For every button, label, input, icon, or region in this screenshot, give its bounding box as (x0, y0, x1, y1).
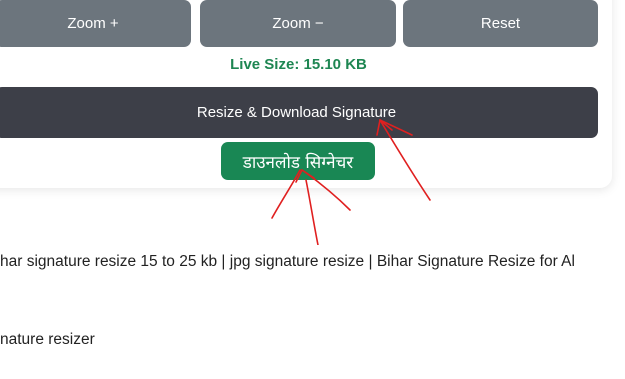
live-size-text: Live Size: 15.10 KB (230, 56, 367, 73)
footer-line-2: nature resizer (0, 331, 95, 348)
footer-line-1: har signature resize 15 to 25 kb | jpg s… (0, 253, 575, 270)
download-signature-hindi-button[interactable]: डाउनलोड सिग्नेचर (221, 142, 375, 180)
zoom-in-button[interactable]: Zoom + (0, 0, 191, 47)
reset-button[interactable]: Reset (403, 0, 598, 47)
resize-download-button[interactable]: Resize & Download Signature (0, 87, 598, 138)
zoom-out-button[interactable]: Zoom − (200, 0, 396, 47)
footer-keywords: har signature resize 15 to 25 kb | jpg s… (0, 197, 625, 379)
